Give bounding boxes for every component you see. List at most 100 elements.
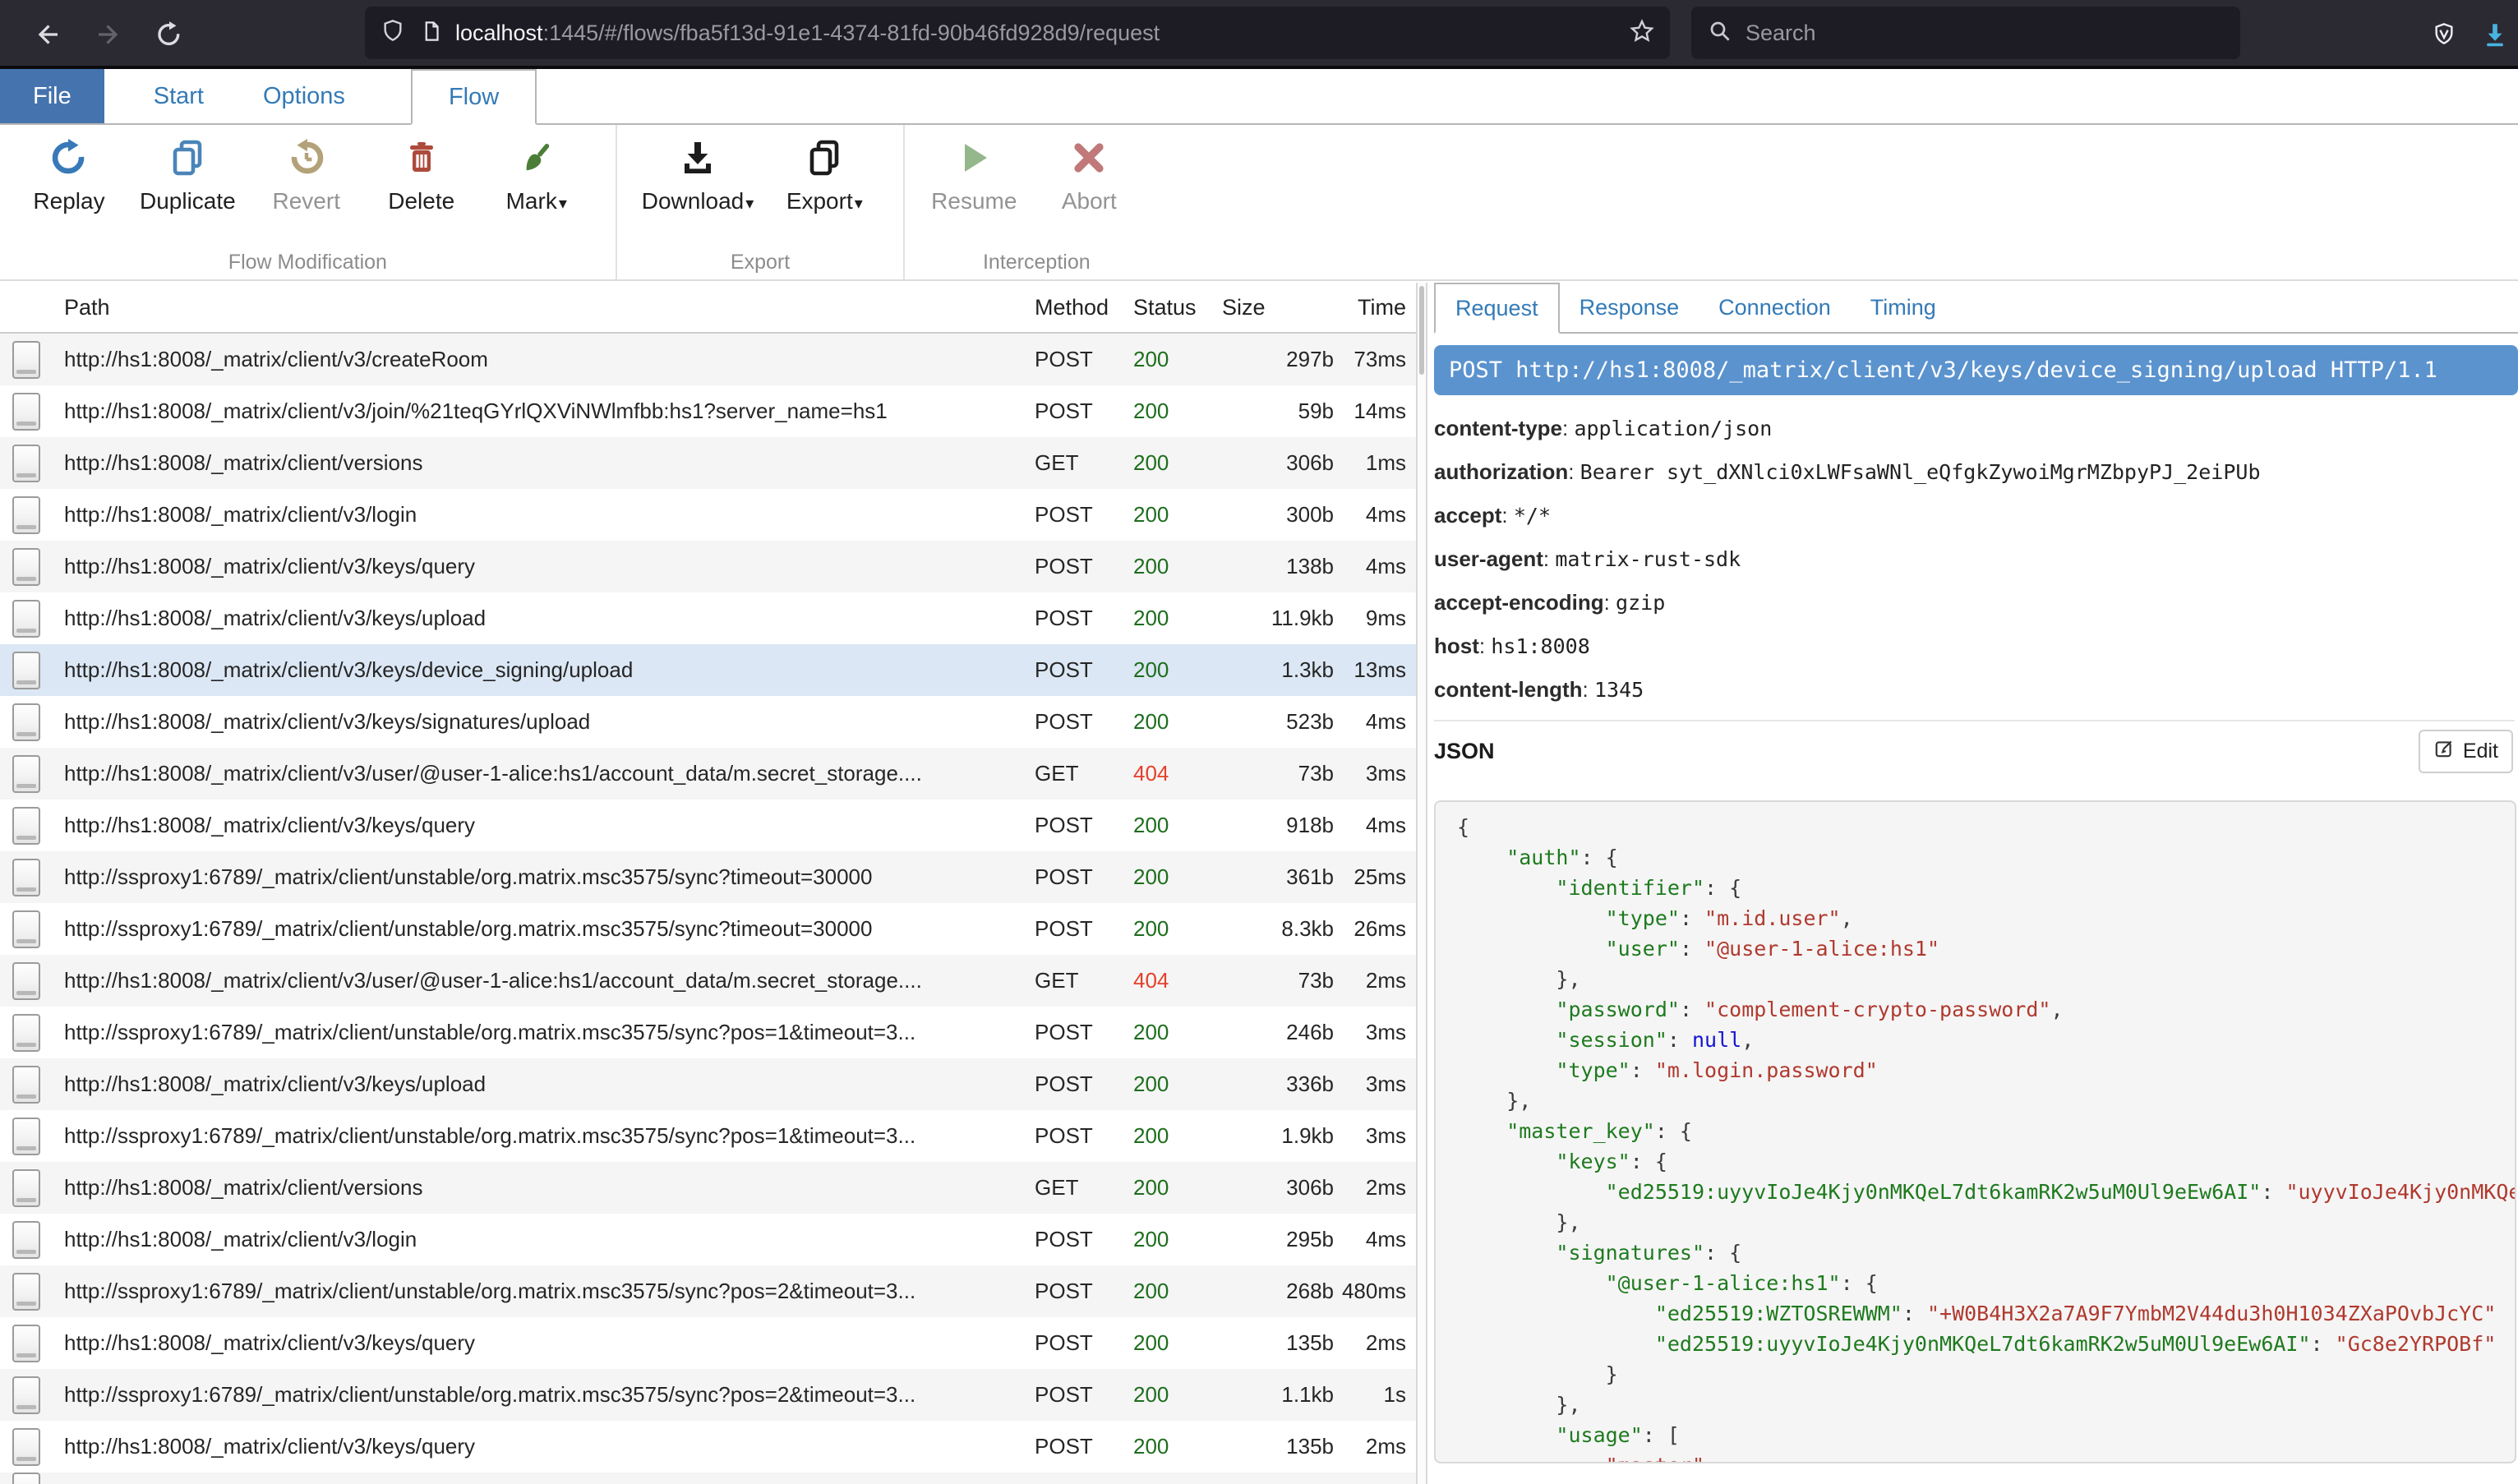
method-cell: POST: [1030, 864, 1128, 890]
time-cell: 73ms: [1334, 347, 1416, 372]
method-cell: POST: [1030, 1330, 1128, 1356]
tab-timing[interactable]: Timing: [1851, 283, 1956, 332]
table-scrollbar[interactable]: [1416, 283, 1427, 1484]
request-header-line[interactable]: accept-encoding: gzip: [1434, 581, 2518, 624]
reload-icon[interactable]: [153, 18, 186, 51]
edit-button[interactable]: Edit: [2419, 730, 2513, 773]
table-row[interactable]: http://ssproxy1:6789/_matrix/client/unst…: [0, 851, 1416, 903]
method-cell: POST: [1030, 502, 1128, 528]
request-headers[interactable]: content-type: application/jsonauthorizat…: [1434, 407, 2518, 712]
table-row[interactable]: http://hs1:8008/_matrix/client/v3/loginP…: [0, 489, 1416, 541]
path-cell: http://hs1:8008/_matrix/client/v3/user/@…: [53, 761, 1030, 786]
tab-options[interactable]: Options: [233, 69, 375, 123]
tab-response[interactable]: Response: [1560, 283, 1699, 332]
table-row[interactable]: http://ssproxy1:6789/_matrix/client/unst…: [0, 1265, 1416, 1317]
forward-icon[interactable]: [92, 18, 125, 51]
tab-request[interactable]: Request: [1434, 283, 1560, 334]
revert-icon: [287, 138, 326, 182]
column-header-status[interactable]: Status: [1128, 295, 1204, 320]
request-header-line[interactable]: accept: */*: [1434, 494, 2518, 537]
table-row[interactable]: http://ssproxy1:6789/_matrix/client/unst…: [0, 1110, 1416, 1162]
table-row[interactable]: http://ssproxy1:6789/_matrix/client/unst…: [0, 903, 1416, 955]
status-cell: 200: [1128, 1020, 1204, 1045]
downloads-icon[interactable]: [2477, 18, 2513, 51]
request-header-line[interactable]: content-length: 1345: [1434, 668, 2518, 712]
search-input[interactable]: Search: [1691, 7, 2240, 59]
replay-button[interactable]: Replay: [12, 130, 127, 223]
table-row[interactable]: http://ssproxy1:6789/_matrix/client/unst…: [0, 1369, 1416, 1421]
delete-button[interactable]: Delete: [364, 130, 479, 223]
table-row[interactable]: http://hs1:8008/_matrix/client/v3/keys/u…: [0, 592, 1416, 644]
caret-down-icon: ▾: [559, 195, 567, 213]
table-row[interactable]: http://hs1:8008/_matrix/client/v3/join/%…: [0, 385, 1416, 437]
table-row[interactable]: http://hs1:8008/_matrix/client/versionsG…: [0, 437, 1416, 489]
tab-start[interactable]: Start: [124, 69, 233, 123]
flow-type-icon: [0, 652, 53, 689]
path-cell: http://ssproxy1:6789/_matrix/client/unst…: [53, 1123, 1030, 1149]
method-cell: POST: [1030, 554, 1128, 579]
table-row[interactable]: [0, 1472, 1416, 1484]
shield-icon[interactable]: [380, 18, 406, 48]
time-cell: 1ms: [1334, 450, 1416, 476]
page-info-icon[interactable]: [419, 19, 444, 48]
method-cell: POST: [1030, 1382, 1128, 1408]
method-cell: POST: [1030, 399, 1128, 424]
json-body-view[interactable]: { "auth": { "identifier": { "type": "m.i…: [1434, 800, 2516, 1463]
export-copy-icon: [805, 138, 844, 182]
status-cell: 200: [1128, 813, 1204, 838]
scrollbar-thumb[interactable]: [1419, 286, 1424, 375]
mark-button[interactable]: Mark▾: [479, 130, 594, 223]
size-cell: 523b: [1204, 709, 1334, 735]
revert-button[interactable]: Revert: [249, 130, 364, 223]
status-cell: 200: [1128, 1123, 1204, 1149]
time-cell: 26ms: [1334, 916, 1416, 942]
flow-type-icon: [0, 703, 53, 741]
url-text[interactable]: localhost:1445/#/flows/fba5f13d-91e1-437…: [455, 21, 1629, 46]
tab-file[interactable]: File: [0, 69, 104, 123]
request-header-line[interactable]: host: hs1:8008: [1434, 624, 2518, 668]
path-cell: http://ssproxy1:6789/_matrix/client/unst…: [53, 1279, 1030, 1304]
abort-button[interactable]: Abort: [1031, 130, 1146, 223]
request-header-line[interactable]: content-type: application/json: [1434, 407, 2518, 450]
export-button[interactable]: Export▾: [767, 130, 882, 223]
column-header-time[interactable]: Time: [1334, 295, 1416, 320]
extension-shield-icon[interactable]: [2426, 18, 2462, 51]
path-cell: http://hs1:8008/_matrix/client/v3/keys/q…: [53, 1330, 1030, 1356]
table-row[interactable]: http://hs1:8008/_matrix/client/v3/keys/d…: [0, 644, 1416, 696]
column-header-path[interactable]: Path: [53, 295, 1030, 320]
table-row[interactable]: http://ssproxy1:6789/_matrix/client/unst…: [0, 1007, 1416, 1058]
table-row[interactable]: http://hs1:8008/_matrix/client/v3/keys/s…: [0, 696, 1416, 748]
path-cell: http://hs1:8008/_matrix/client/v3/keys/q…: [53, 813, 1030, 838]
resume-button[interactable]: Resume: [916, 130, 1031, 223]
flow-type-icon: [0, 445, 53, 482]
column-header-method[interactable]: Method: [1030, 295, 1128, 320]
table-row[interactable]: http://hs1:8008/_matrix/client/versionsG…: [0, 1162, 1416, 1214]
bookmark-star-icon[interactable]: [1629, 18, 1655, 48]
table-row[interactable]: http://hs1:8008/_matrix/client/v3/keys/q…: [0, 1317, 1416, 1369]
method-cell: POST: [1030, 1279, 1128, 1304]
delete-icon: [402, 138, 441, 182]
url-bar[interactable]: localhost:1445/#/flows/fba5f13d-91e1-437…: [365, 7, 1670, 59]
duplicate-button[interactable]: Duplicate: [127, 130, 249, 223]
flow-table: Path Method Status Size Time http://hs1:…: [0, 283, 1416, 1484]
back-icon[interactable]: [31, 18, 64, 51]
download-button[interactable]: Download▾: [629, 130, 768, 223]
table-row[interactable]: http://hs1:8008/_matrix/client/v3/keys/q…: [0, 800, 1416, 851]
table-row[interactable]: http://hs1:8008/_matrix/client/v3/create…: [0, 334, 1416, 385]
table-row[interactable]: http://hs1:8008/_matrix/client/v3/keys/q…: [0, 1421, 1416, 1472]
table-row[interactable]: http://hs1:8008/_matrix/client/v3/user/@…: [0, 955, 1416, 1007]
flow-type-icon: [0, 910, 53, 948]
size-cell: 306b: [1204, 1175, 1334, 1201]
request-header-line[interactable]: user-agent: matrix-rust-sdk: [1434, 537, 2518, 581]
tab-connection[interactable]: Connection: [1699, 283, 1851, 332]
column-header-size[interactable]: Size: [1204, 295, 1334, 320]
request-first-line[interactable]: POST http://hs1:8008/_matrix/client/v3/k…: [1434, 345, 2518, 395]
tab-flow[interactable]: Flow: [411, 69, 537, 125]
table-row[interactable]: http://hs1:8008/_matrix/client/v3/keys/q…: [0, 541, 1416, 592]
table-row[interactable]: http://hs1:8008/_matrix/client/v3/user/@…: [0, 748, 1416, 800]
method-cell: POST: [1030, 347, 1128, 372]
replay-icon: [49, 138, 89, 182]
request-header-line[interactable]: authorization: Bearer syt_dXNlci0xLWFsaW…: [1434, 450, 2518, 494]
table-row[interactable]: http://hs1:8008/_matrix/client/v3/keys/u…: [0, 1058, 1416, 1110]
table-row[interactable]: http://hs1:8008/_matrix/client/v3/loginP…: [0, 1214, 1416, 1265]
